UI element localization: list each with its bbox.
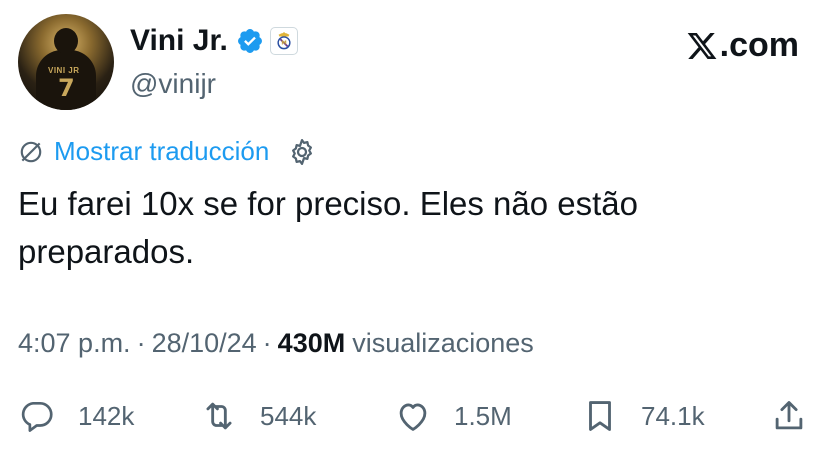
verified-badge-icon[interactable] [236,27,264,55]
author-name-row: Vini Jr. M [130,24,298,58]
repost-icon [206,402,232,430]
tweet-date[interactable]: 28/10/24 [152,328,257,359]
bookmark-count: 74.1k [641,400,705,431]
bookmark-button[interactable]: 74.1k [581,394,705,438]
svg-text:M: M [281,41,286,47]
bookmark-icon [589,401,611,431]
gear-icon[interactable] [287,137,317,167]
share-icon [775,401,803,430]
like-count: 1.5M [454,400,512,431]
tweet-text: Eu farei 10x se for preciso. Eles não es… [18,185,639,270]
reply-button[interactable]: 142k [18,394,134,438]
tweet-time[interactable]: 4:07 p.m. [18,328,131,359]
author-handle[interactable]: @vinijr [130,68,216,100]
avatar-jersey-number: 7 [58,74,75,102]
like-button[interactable]: 1.5M [394,394,512,438]
x-brand: .com [686,26,799,65]
avatar-figure-head [54,28,78,54]
reply-icon [21,401,53,432]
translation-row: Mostrar traducción [18,136,317,167]
meta-separator: · [262,328,272,358]
views-count: 430M [277,328,346,358]
heart-icon [399,403,427,431]
repost-button[interactable]: 544k [200,394,316,438]
share-button[interactable] [770,394,808,438]
tweet-meta: 4:07 p.m. · 28/10/24 · 430M visualizacio… [18,328,534,359]
show-translation-link[interactable]: Mostrar traducción [54,136,269,167]
brand-site-text: .com [719,26,799,64]
action-bar: 142k 544k 1.5M 74.1k [18,394,808,442]
repost-count: 544k [260,400,317,431]
avatar[interactable]: VINI JR 7 [18,14,114,110]
views-label: visualizaciones [352,328,534,358]
real-madrid-crest-icon[interactable]: M [269,27,298,55]
reply-count: 142k [78,400,135,431]
author-display-name[interactable]: Vini Jr. [130,24,228,58]
meta-separator: · [136,328,146,358]
x-logo-icon [687,32,717,59]
translate-icon [20,141,42,162]
tweet-header: VINI JR 7 Vini Jr. M @vinijr .com [18,14,809,124]
